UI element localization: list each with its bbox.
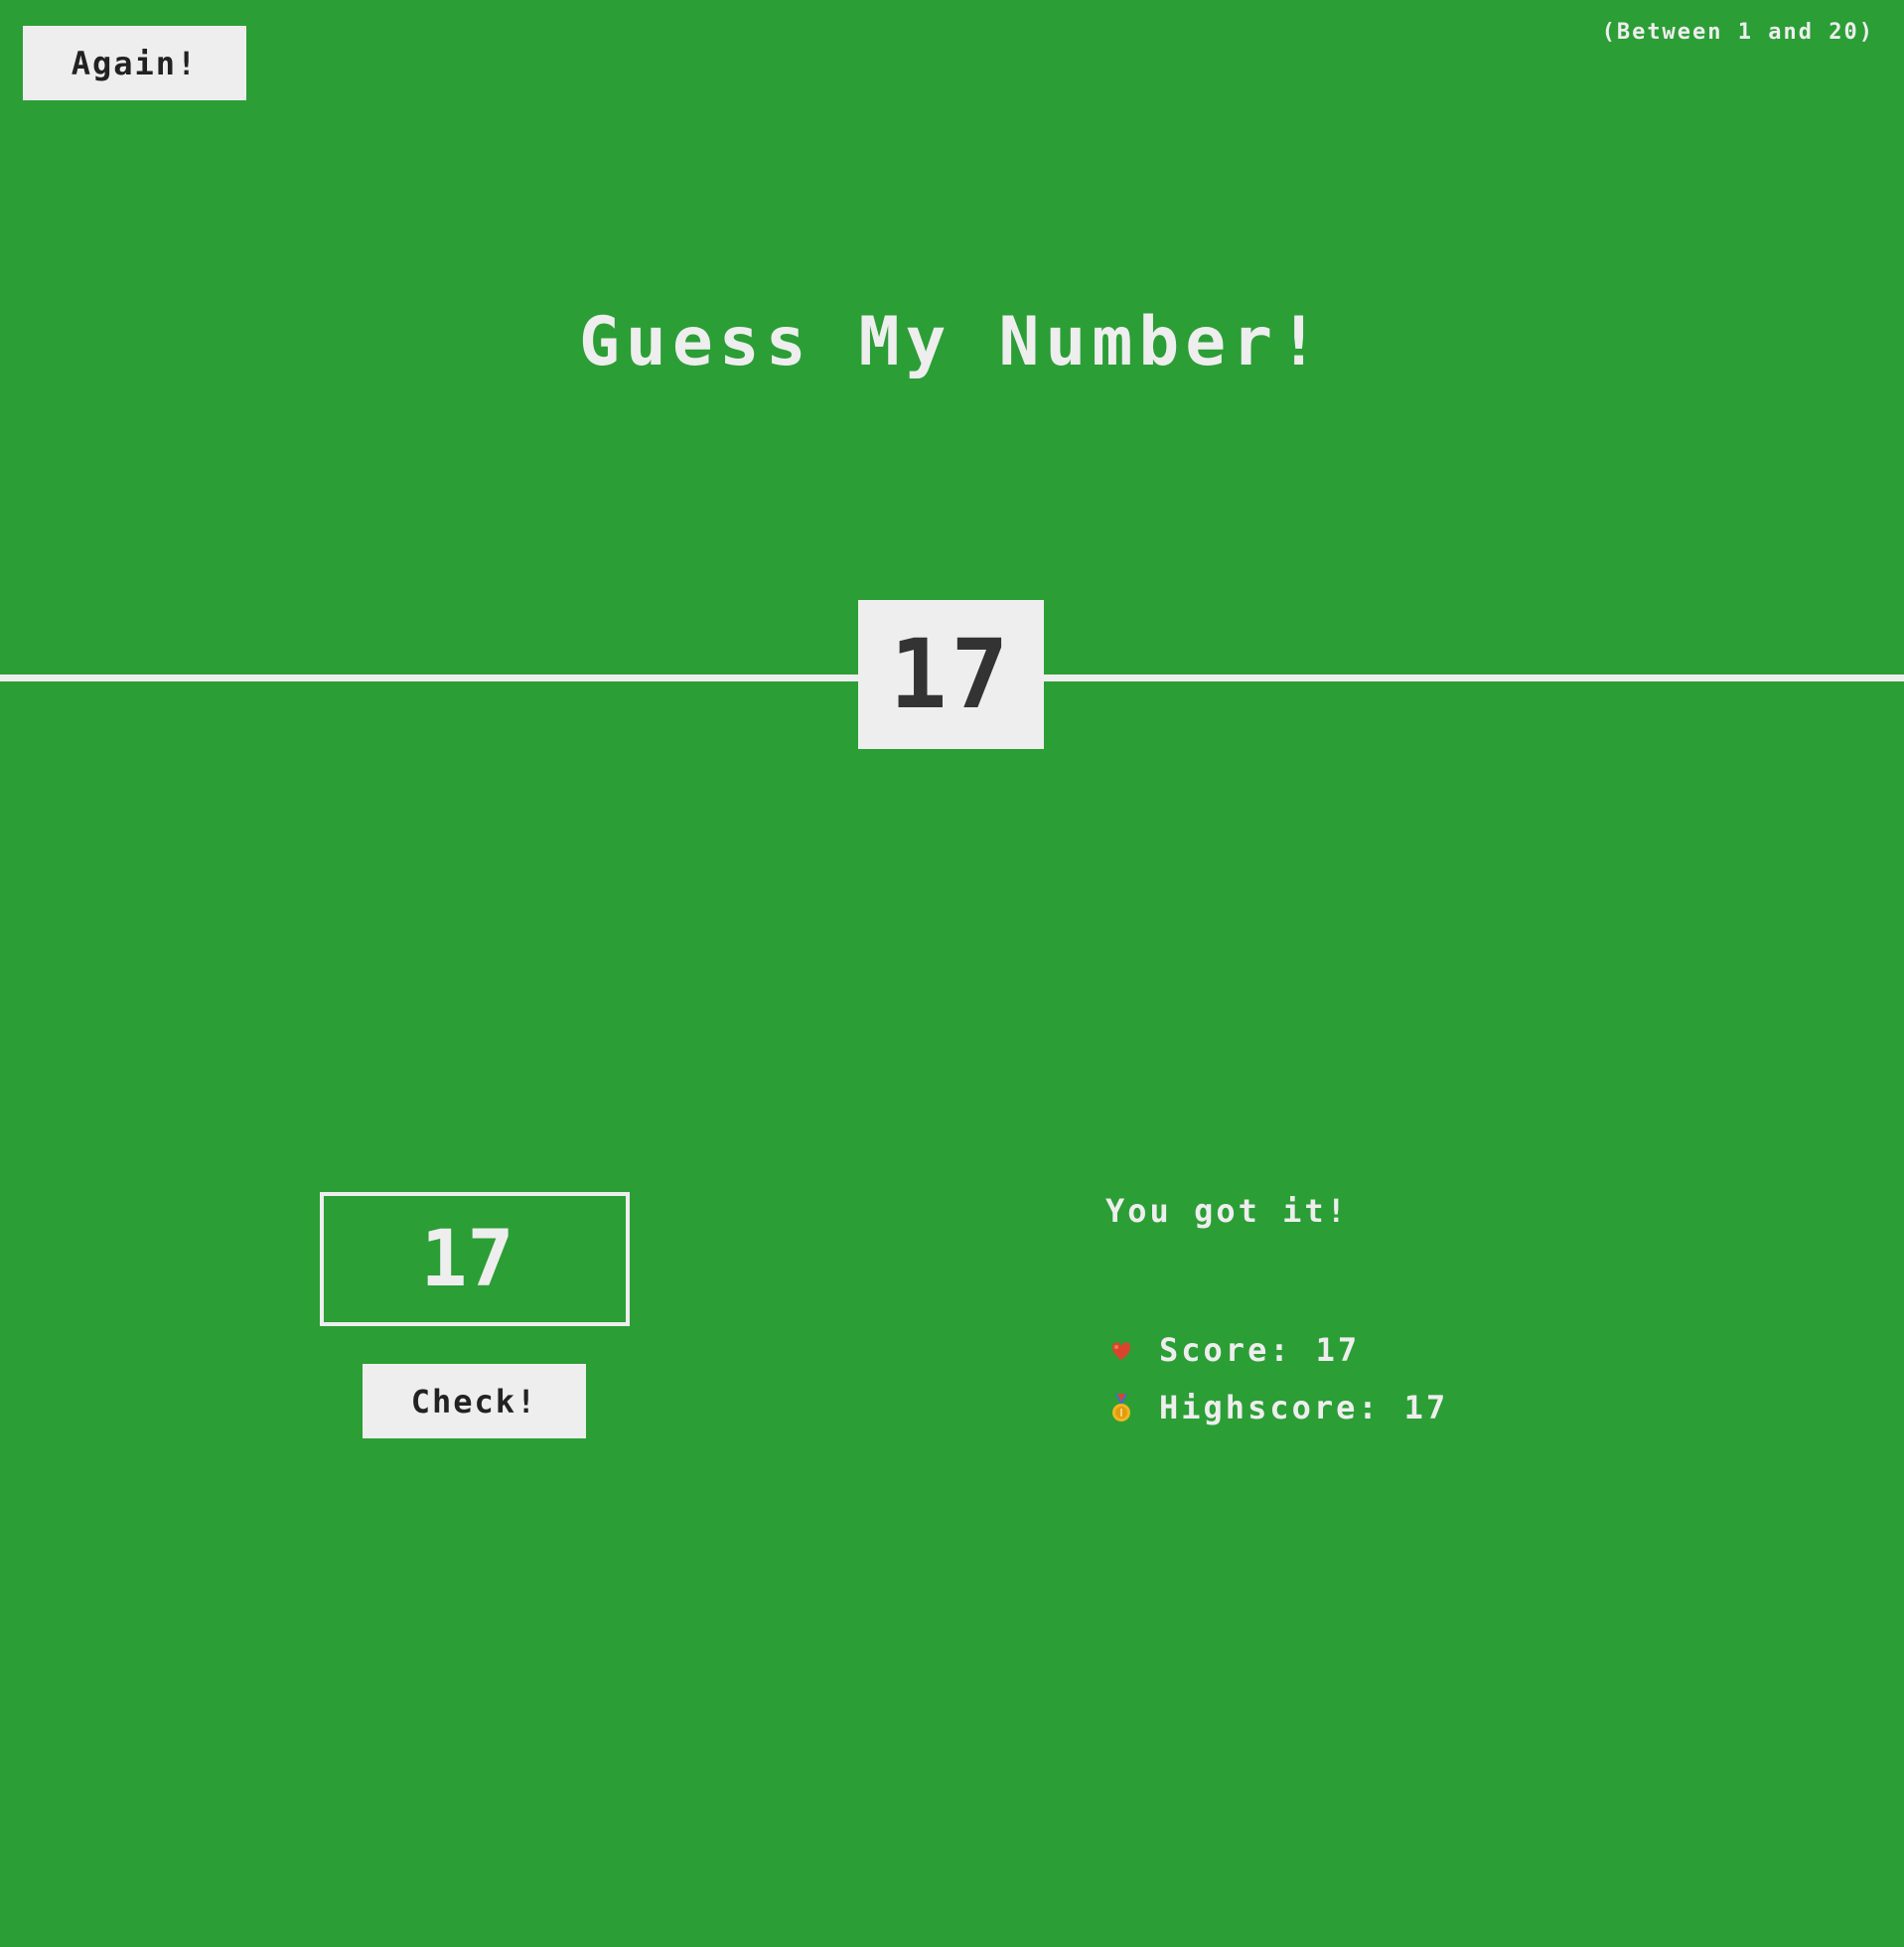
score-icon bbox=[1105, 1334, 1137, 1366]
range-hint: (Between 1 and 20) bbox=[1601, 20, 1874, 45]
again-button[interactable]: Again! bbox=[23, 26, 246, 100]
guess-input[interactable] bbox=[320, 1192, 630, 1326]
score-value: 17 bbox=[1315, 1331, 1361, 1369]
score-label: Score: bbox=[1159, 1331, 1292, 1369]
check-button[interactable]: Check! bbox=[363, 1364, 586, 1438]
secret-number-box: 17 bbox=[858, 600, 1044, 749]
highscore-row: Highscore: 17 bbox=[1105, 1389, 1448, 1426]
status-message: You got it! bbox=[1105, 1192, 1349, 1230]
highscore-label: Highscore: bbox=[1159, 1389, 1381, 1426]
medal-icon bbox=[1105, 1392, 1137, 1423]
highscore-value: 17 bbox=[1403, 1389, 1449, 1426]
page-title: Guess My Number! bbox=[578, 303, 1326, 381]
score-row: Score: 17 bbox=[1105, 1331, 1360, 1369]
